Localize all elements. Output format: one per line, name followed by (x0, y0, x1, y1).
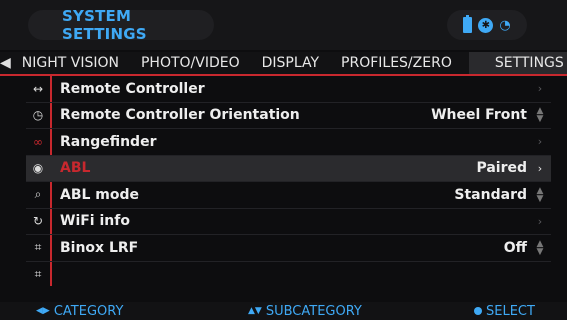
list-item-abl-mode[interactable]: ⌕ ABL mode Standard ▲ ▼ (26, 182, 551, 209)
tab-display[interactable]: DISPLAY (251, 52, 330, 74)
updown-icon: ▲ ▼ (536, 106, 544, 125)
list-item-wifi-info[interactable]: ↻ WiFi info › (26, 209, 551, 235)
category-tabs: ◀ NIGHT VISION PHOTO/VIDEO DISPLAY PROFI… (0, 52, 567, 76)
row-value: Standard (454, 186, 527, 203)
chevron-right-icon: › (537, 214, 543, 228)
chevron-right-icon: › (537, 161, 543, 175)
tab-photo-video[interactable]: PHOTO/VIDEO (130, 52, 251, 74)
settings-list: ↔ Remote Controller › ◷ Remote Controlle… (26, 76, 551, 286)
up-down-arrows-icon: ▲▼ (248, 306, 262, 316)
battery-icon (463, 15, 473, 33)
back-arrow-icon[interactable]: ◀ (0, 55, 11, 71)
search-icon: ⌕ (34, 187, 42, 202)
row-label: Remote Controller (60, 80, 205, 97)
row-value: Wheel Front (431, 107, 527, 124)
refresh-icon: ↻ (32, 214, 44, 229)
category-hint: ◀▶ CATEGORY (36, 304, 123, 319)
rangefinder-icon: ∞ (33, 134, 43, 149)
remote-icon: ↔ (32, 81, 44, 96)
row-value: Paired (476, 160, 527, 177)
select-hint: SELECT (474, 304, 535, 319)
list-item-abl[interactable]: ◉ ABL Paired › (26, 155, 551, 182)
chevron-right-icon: › (537, 135, 543, 149)
updown-icon: ▲ ▼ (536, 238, 544, 257)
chevron-right-icon: › (537, 82, 543, 96)
tab-profiles-zero[interactable]: PROFILES/ZERO (330, 52, 463, 74)
row-label: ABL (60, 160, 91, 177)
select-hint-label: SELECT (486, 303, 535, 319)
row-label: Remote Controller Orientation (60, 107, 300, 124)
row-label: Binox LRF (60, 239, 139, 256)
page-title: SYSTEM SETTINGS (28, 7, 214, 43)
row-label: WiFi info (60, 213, 130, 230)
select-dot-icon (474, 307, 482, 315)
list-item-rangefinder[interactable]: ∞ Rangefinder › (26, 129, 551, 156)
bluetooth-icon: ✱ (478, 17, 494, 33)
top-bar: SYSTEM SETTINGS ✱ ◔ (0, 0, 567, 50)
tab-settings[interactable]: SETTINGS (468, 52, 567, 74)
chip-icon: ⌗ (34, 240, 42, 255)
list-item-binox-lrf[interactable]: ⌗ Binox LRF Off ▲ ▼ (26, 235, 551, 262)
updown-icon: ▲ ▼ (536, 185, 544, 204)
category-hint-label: CATEGORY (53, 303, 124, 319)
footer-hints: ◀▶ CATEGORY ▲▼ SUBCATEGORY SELECT (0, 302, 567, 320)
left-right-arrows-icon: ◀▶ (36, 306, 50, 316)
subcategory-hint: ▲▼ SUBCATEGORY (248, 304, 362, 319)
row-label: Rangefinder (60, 133, 157, 150)
clock-icon: ◷ (32, 108, 44, 123)
tab-night-vision[interactable]: NIGHT VISION (11, 52, 130, 74)
row-value: Off (503, 239, 527, 256)
list-item-empty[interactable]: ⌗ (26, 262, 551, 288)
target-icon: ◉ (32, 161, 44, 176)
list-item-remote-controller[interactable]: ↔ Remote Controller › (26, 76, 551, 103)
wifi-icon: ◔ (499, 17, 511, 33)
chip-icon: ⌗ (34, 266, 42, 281)
status-indicators: ✱ ◔ (447, 10, 527, 40)
list-item-remote-orientation[interactable]: ◷ Remote Controller Orientation Wheel Fr… (26, 103, 551, 129)
subcategory-hint-label: SUBCATEGORY (265, 303, 362, 319)
row-label: ABL mode (60, 186, 140, 203)
